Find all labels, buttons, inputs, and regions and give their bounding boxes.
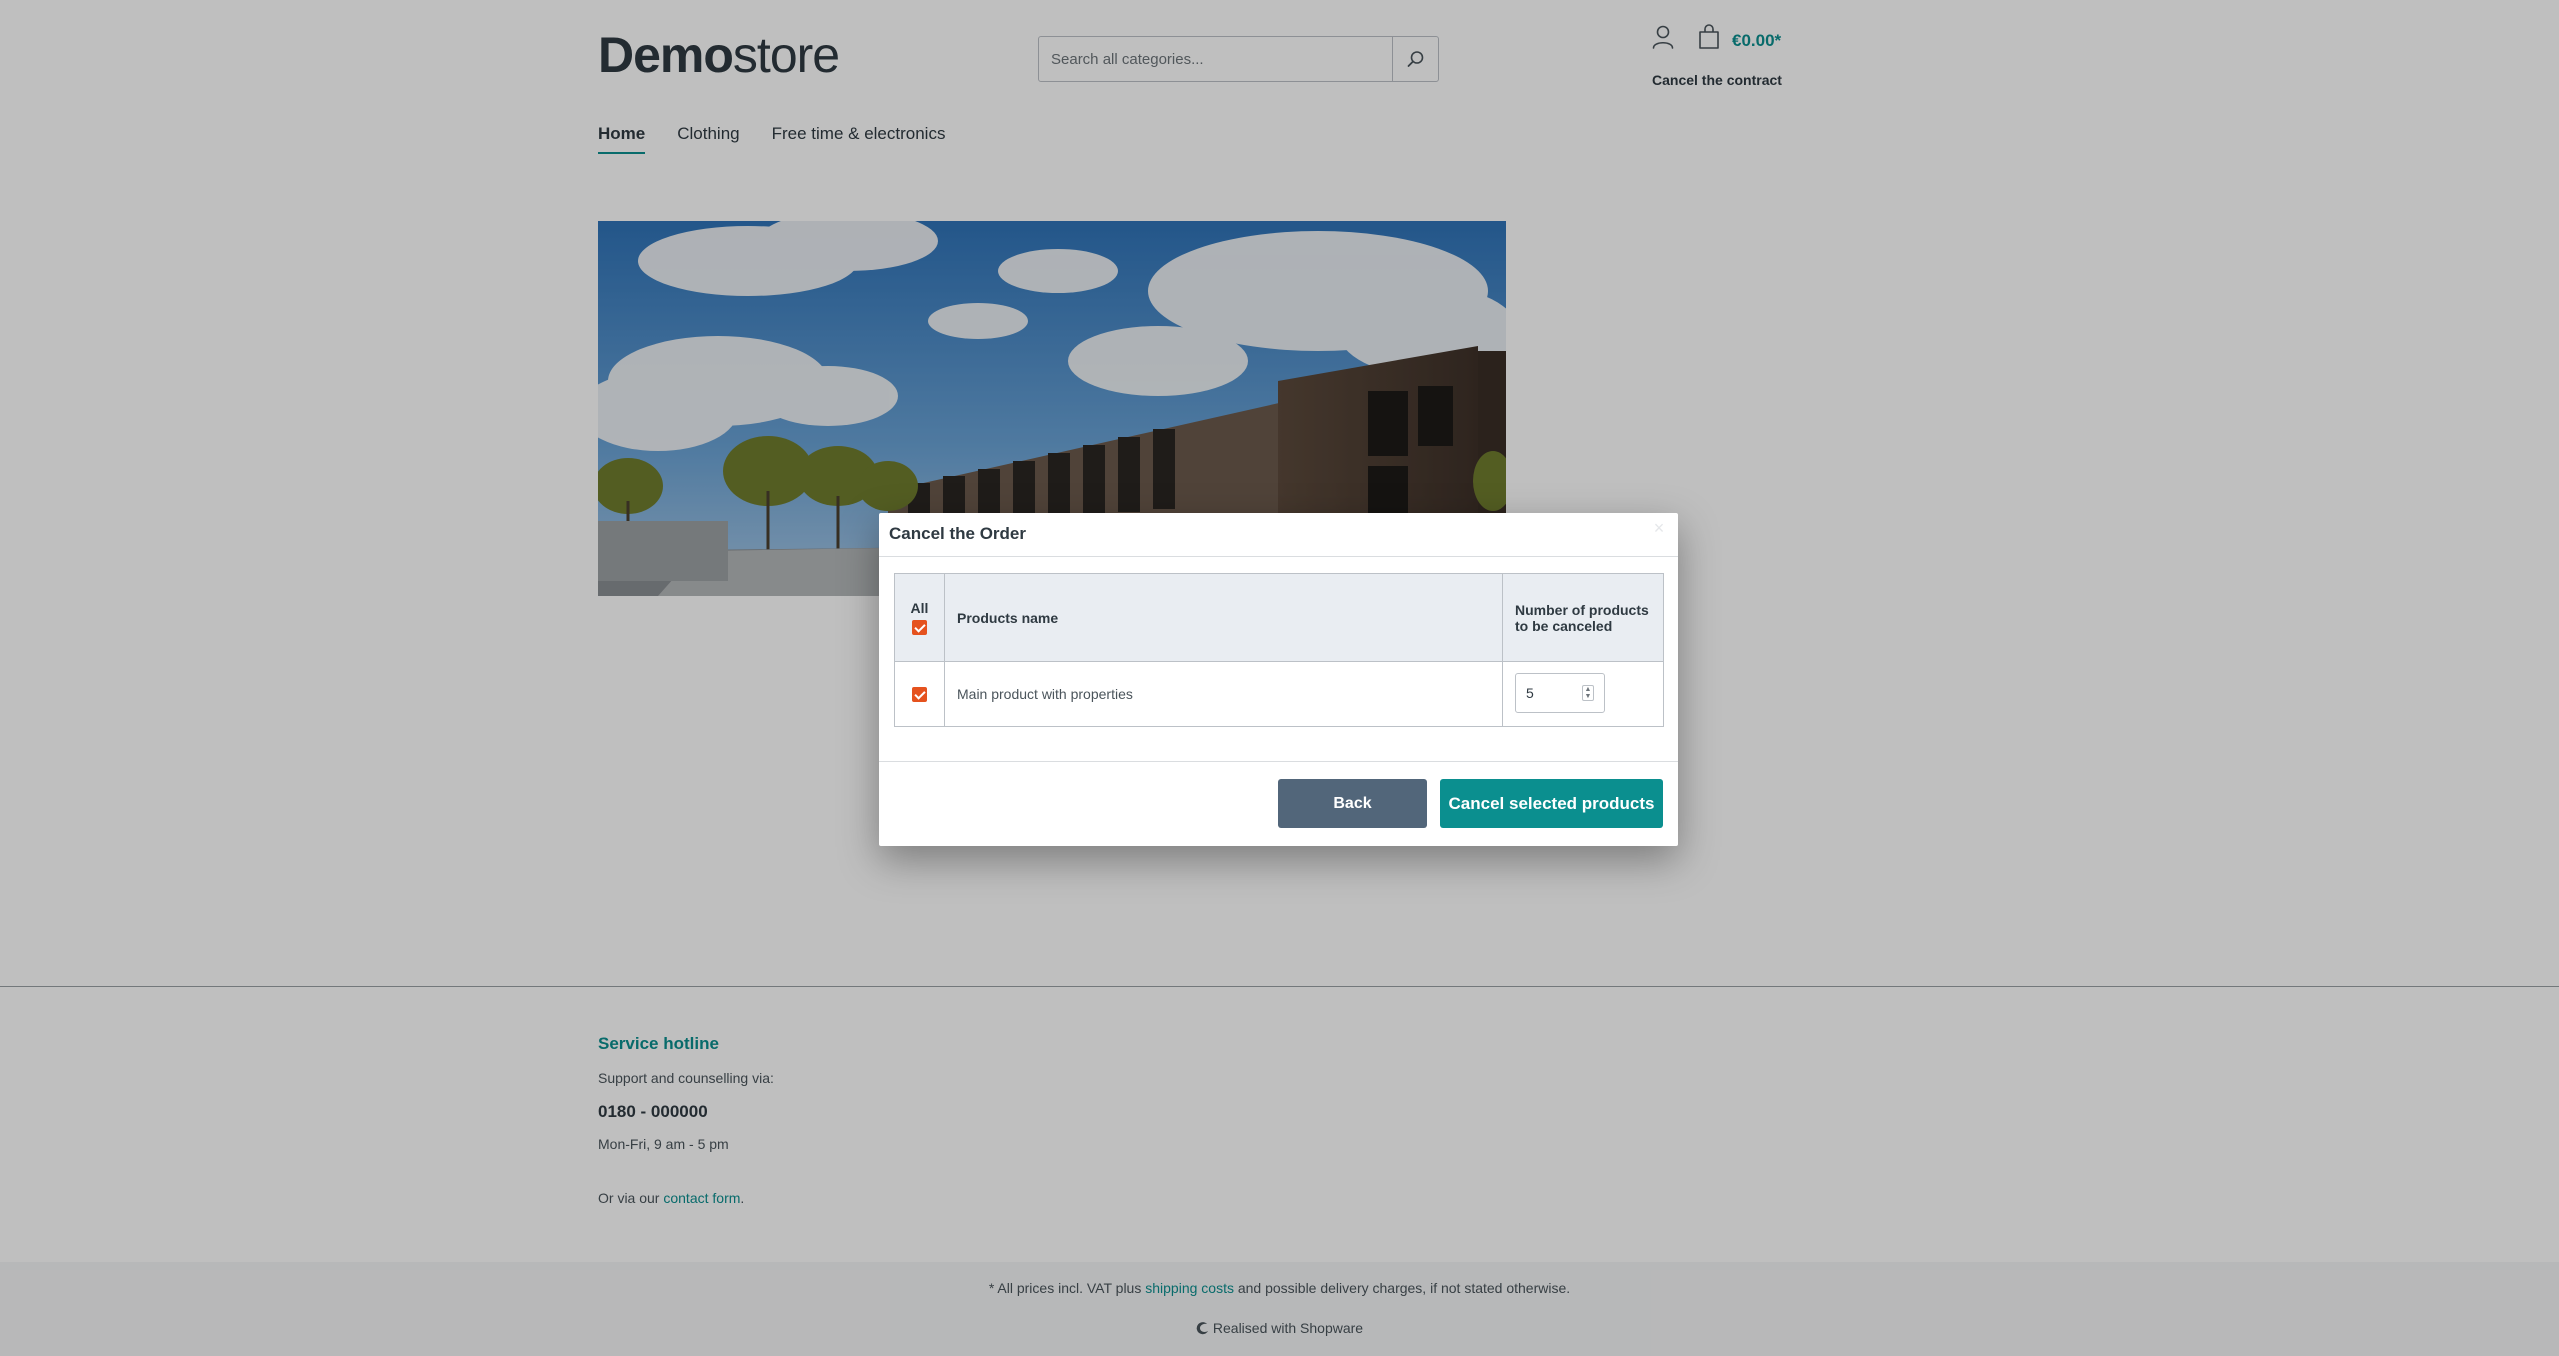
quantity-stepper[interactable]: ▲▼ [1515, 672, 1605, 713]
header-all-label: All [910, 600, 929, 617]
row-checkbox[interactable] [912, 687, 927, 703]
header-all: All [894, 573, 945, 662]
cancel-order-modal: Cancel the Order × All Products name Num… [879, 513, 1678, 846]
modal-title: Cancel the Order [889, 524, 1026, 543]
cancel-selected-products-button[interactable]: Cancel selected products [1440, 779, 1663, 828]
modal-header-divider [879, 556, 1678, 557]
close-icon[interactable]: × [1650, 519, 1668, 537]
header-quantity: Number of products to be canceled [1502, 573, 1664, 662]
select-all-checkbox[interactable] [912, 619, 927, 635]
quantity-cell: ▲▼ [1502, 661, 1664, 727]
row-check-cell [894, 661, 945, 727]
back-button[interactable]: Back [1278, 779, 1427, 828]
quantity-input[interactable] [1516, 673, 1576, 712]
product-name: Main product with properties [944, 661, 1503, 727]
header-products-name: Products name [944, 573, 1503, 662]
cancel-products-table: All Products name Number of products to … [894, 573, 1664, 727]
table-header-row: All Products name Number of products to … [894, 573, 1664, 662]
table-row: Main product with properties ▲▼ [894, 661, 1664, 727]
spin-arrows-icon[interactable]: ▲ ▼ [1582, 684, 1594, 701]
modal-footer-divider [879, 761, 1678, 762]
